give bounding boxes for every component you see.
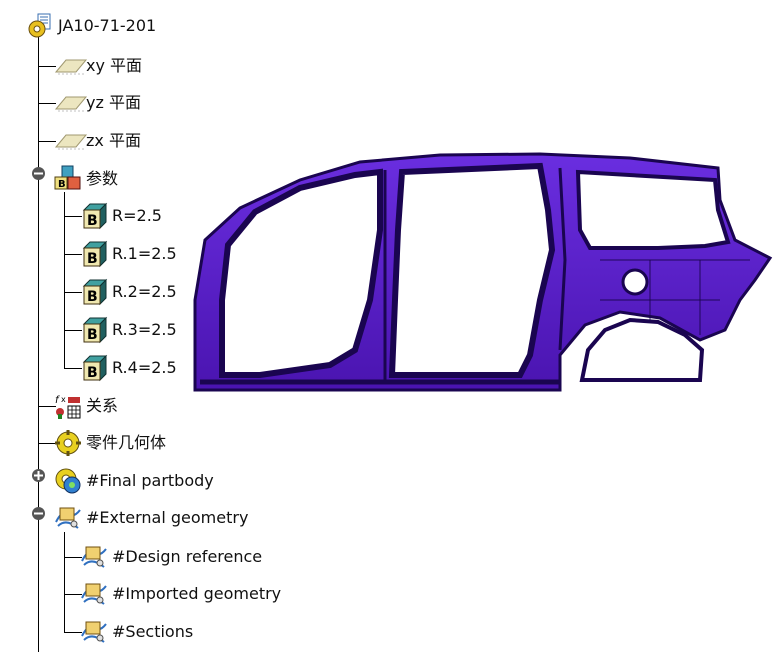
tree-item-label: 关系: [86, 396, 119, 415]
tree-item-label: #External geometry: [86, 508, 249, 527]
expand-final-partbody-icon[interactable]: [31, 468, 46, 483]
tree-item-parameters[interactable]: B 参数: [54, 164, 118, 194]
tree-item-label: xy 平面: [86, 56, 143, 75]
collapse-external-geometry-icon[interactable]: [31, 506, 46, 521]
svg-text:B: B: [87, 289, 98, 305]
collapse-parameters-icon[interactable]: [31, 166, 46, 181]
tree-sub-line: [64, 192, 65, 368]
3d-viewport-car-body-side[interactable]: [180, 150, 780, 400]
tree-item-label: 参数: [86, 169, 119, 188]
tree-item-parameter-r[interactable]: B R=2.5: [80, 201, 162, 231]
tree-root-node[interactable]: JA10-71-201: [26, 11, 156, 41]
svg-text:f: f: [55, 395, 60, 406]
svg-text:x: x: [61, 395, 66, 404]
car-body-side-panel[interactable]: [180, 150, 780, 400]
tree-item-final-partbody[interactable]: #Final partbody: [54, 466, 214, 496]
tree-item-label: #Sections: [112, 622, 194, 641]
tree-item-zx-plane[interactable]: zx 平面: [54, 126, 141, 156]
tree-item-design-reference[interactable]: #Design reference: [80, 542, 262, 572]
tree-item-parameter-r2[interactable]: B R.2=2.5: [80, 277, 177, 307]
parameter-b-icon: B: [80, 354, 108, 382]
parameter-b-icon: B: [80, 316, 108, 344]
geometrical-set-icon: [54, 504, 82, 532]
tree-item-sections[interactable]: #Sections: [80, 617, 193, 647]
tree-item-parameter-r1[interactable]: B R.1=2.5: [80, 239, 177, 269]
tree-root-label: JA10-71-201: [58, 16, 157, 35]
parameters-icon: B: [54, 165, 82, 193]
tree-item-imported-geometry[interactable]: #Imported geometry: [80, 579, 281, 609]
tree-item-label: R.2=2.5: [112, 282, 177, 301]
geometrical-set-icon: [80, 618, 108, 646]
geometrical-set-icon: [80, 580, 108, 608]
tree-item-xy-plane[interactable]: xy 平面: [54, 51, 142, 81]
tree-item-label: R.4=2.5: [112, 358, 177, 377]
svg-text:B: B: [87, 327, 98, 343]
tree-item-yz-plane[interactable]: yz 平面: [54, 88, 141, 118]
tree-item-label: R.3=2.5: [112, 320, 177, 339]
svg-text:B: B: [87, 365, 98, 381]
tree-item-label: yz 平面: [86, 93, 141, 112]
svg-text:B: B: [87, 213, 98, 229]
tree-item-parameter-r4[interactable]: B R.4=2.5: [80, 353, 177, 383]
tree-trunk-line: [38, 36, 39, 652]
tree-item-relations[interactable]: f x 关系: [54, 391, 118, 421]
tree-item-label: R=2.5: [112, 206, 162, 225]
tree-item-label: 零件几何体: [86, 433, 167, 452]
tree-item-label: zx 平面: [86, 131, 141, 150]
parameter-b-icon: B: [80, 240, 108, 268]
parameter-b-icon: B: [80, 278, 108, 306]
geometrical-set-icon: [80, 543, 108, 571]
part-body-icon: [54, 429, 82, 457]
plane-icon: [54, 127, 88, 155]
plane-icon: [54, 89, 88, 117]
tree-sub-line: [64, 532, 65, 632]
tree-item-part-geometry[interactable]: 零件几何体: [54, 428, 166, 458]
relations-icon: f x: [54, 392, 82, 420]
final-partbody-icon: [54, 467, 82, 495]
plane-icon: [54, 52, 88, 80]
svg-text:B: B: [87, 251, 98, 267]
tree-item-external-geometry[interactable]: #External geometry: [54, 503, 248, 533]
tree-item-label: #Final partbody: [86, 471, 214, 490]
tree-item-label: R.1=2.5: [112, 244, 177, 263]
svg-text:B: B: [58, 179, 66, 190]
parameter-b-icon: B: [80, 202, 108, 230]
tree-item-label: #Design reference: [112, 547, 263, 566]
tree-item-parameter-r3[interactable]: B R.3=2.5: [80, 315, 177, 345]
part-document-icon: [26, 12, 54, 40]
catia-workspace: JA10-71-201 xy 平面 yz 平面 zx 平面 B 参数 B R=2…: [0, 0, 784, 652]
tree-item-label: #Imported geometry: [112, 584, 282, 603]
